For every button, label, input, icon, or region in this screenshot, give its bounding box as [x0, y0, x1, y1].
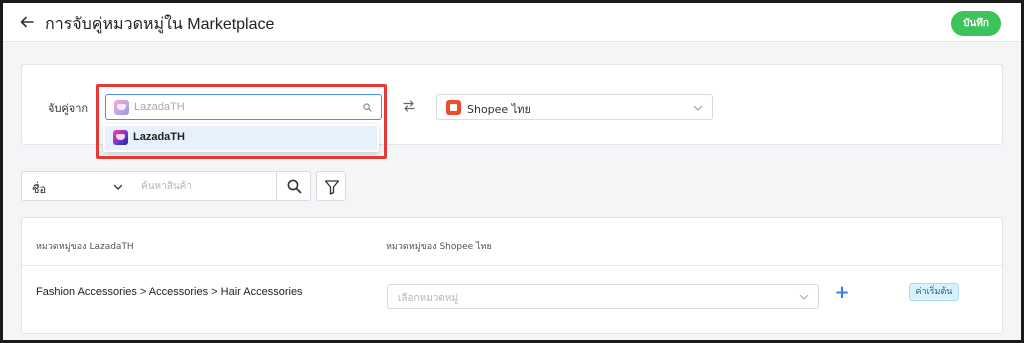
product-search-input[interactable] — [131, 171, 277, 201]
filter-button[interactable] — [316, 171, 346, 201]
default-badge: ค่าเริ่มต้น — [909, 283, 959, 301]
table-divider — [22, 265, 1002, 266]
page-title: การจับคู่หมวดหมู่ใน Marketplace — [45, 16, 275, 33]
column-header-target: หมวดหมู่ของ Shopee ไทย — [386, 242, 492, 252]
filter-funnel-icon — [324, 180, 340, 195]
save-button[interactable]: บันทึก — [951, 11, 1001, 36]
back-arrow-icon[interactable] — [19, 14, 35, 30]
category-select-placeholder: เลือกหมวดหมู่ — [398, 293, 459, 304]
chevron-down-icon — [113, 184, 123, 190]
target-marketplace-select[interactable]: Shopee ไทย — [436, 94, 713, 120]
lazada-logo-icon — [114, 100, 129, 115]
shopee-logo-icon — [446, 100, 461, 115]
search-field-select[interactable]: ชื่อ — [21, 171, 132, 201]
chevron-down-icon — [693, 105, 703, 111]
search-button[interactable] — [276, 171, 311, 201]
source-marketplace-value: LazadaTH — [134, 101, 185, 113]
app-window: การจับคู่หมวดหมู่ใน Marketplace บันทึก จ… — [0, 0, 1024, 343]
add-category-button[interactable]: + — [834, 284, 850, 302]
search-icon — [363, 103, 372, 112]
source-marketplace-select[interactable]: LazadaTH — [105, 94, 382, 120]
map-from-label: จับคู่จาก — [48, 102, 89, 115]
search-field-value: ชื่อ — [32, 183, 47, 196]
lazada-logo-icon — [113, 130, 128, 145]
search-icon — [287, 179, 302, 194]
target-marketplace-value: Shopee ไทย — [467, 103, 531, 116]
page-header: การจับคู่หมวดหมู่ใน Marketplace บันทึก — [3, 3, 1021, 42]
column-header-source: หมวดหมู่ของ LazadaTH — [36, 242, 134, 252]
source-category-path: Fashion Accessories > Accessories > Hair… — [36, 286, 303, 298]
dropdown-option-label: LazadaTH — [133, 131, 185, 143]
category-mapping-table: หมวดหมู่ของ LazadaTH หมวดหมู่ของ Shopee … — [21, 217, 1003, 334]
chevron-down-icon — [799, 294, 809, 300]
swap-arrows-icon[interactable] — [402, 99, 416, 113]
source-marketplace-dropdown: LazadaTH — [103, 124, 379, 152]
dropdown-option-lazadath[interactable]: LazadaTH — [105, 126, 377, 150]
target-category-select[interactable]: เลือกหมวดหมู่ — [387, 284, 819, 309]
